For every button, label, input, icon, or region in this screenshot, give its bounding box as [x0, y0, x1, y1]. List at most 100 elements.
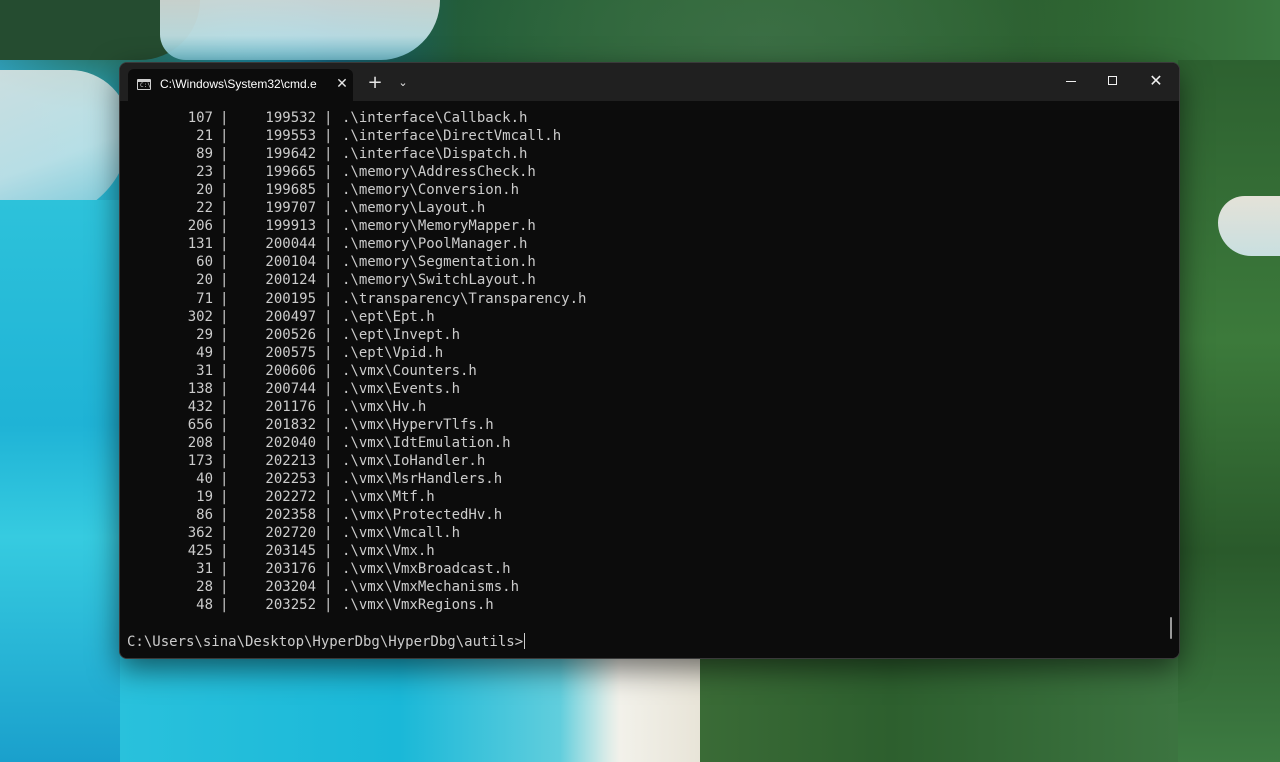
running-total: 199532 [265, 110, 316, 126]
column-separator: | [220, 507, 229, 524]
file-path: .\memory\Layout.h [342, 200, 486, 217]
column-separator: | [220, 128, 229, 145]
tab-cmd[interactable]: C:\ C:\Windows\System32\cmd.e ✕ [128, 69, 353, 101]
line-count: 31 [196, 561, 213, 578]
tab-close-icon[interactable]: ✕ [333, 74, 351, 94]
column-separator: | [324, 182, 333, 199]
running-total: 202253 [265, 471, 316, 487]
column-separator: | [220, 579, 229, 596]
terminal-output[interactable]: 107 | 199532 | .\interface\Callback.h 21 | 1995… [120, 101, 1179, 658]
file-path: .\memory\AddressCheck.h [342, 164, 536, 181]
file-path: .\interface\DirectVmcall.h [342, 128, 562, 145]
close-button[interactable]: ✕ [1133, 63, 1179, 99]
output-line: 173 | 202213 | .\vmx\IoHandler.h [120, 452, 820, 470]
output-line: 21 | 199553 | .\interface\DirectVmcall.h [120, 127, 820, 145]
column-separator: | [220, 110, 229, 126]
column-separator: | [220, 164, 229, 181]
file-path: .\vmx\Events.h [342, 380, 461, 397]
column-separator: | [324, 579, 333, 596]
column-separator: | [324, 434, 333, 451]
running-total: 203145 [265, 543, 316, 560]
chevron-down-icon[interactable]: ⌄ [394, 73, 412, 93]
column-separator: | [324, 344, 333, 361]
running-total: 200744 [265, 380, 316, 397]
output-line: 20 | 200124 | .\memory\SwitchLayout.h [120, 271, 820, 289]
column-separator: | [220, 398, 229, 415]
maximize-icon [1108, 76, 1117, 85]
running-total: 199553 [265, 128, 316, 145]
desktop-forest-right [1178, 60, 1280, 762]
line-count: 40 [196, 471, 213, 487]
file-path: .\vmx\MsrHandlers.h [342, 471, 503, 487]
file-path: .\vmx\ProtectedHv.h [342, 507, 503, 524]
line-count: 208 [187, 434, 213, 451]
running-total: 200124 [265, 272, 316, 289]
output-line: 48 | 203252 | .\vmx\VmxRegions.h [120, 596, 820, 614]
file-path: .\ept\Vpid.h [342, 344, 444, 361]
file-path: .\vmx\Hv.h [342, 398, 427, 415]
desktop-water [0, 200, 120, 762]
output-line: 656 | 201832 | .\vmx\HypervTlfs.h [120, 416, 820, 434]
title-bar[interactable]: C:\ C:\Windows\System32\cmd.e ✕ + ⌄ ✕ [120, 63, 1179, 101]
column-separator: | [324, 236, 333, 253]
new-tab-plus-icon[interactable]: + [366, 73, 384, 93]
column-separator: | [324, 110, 333, 126]
column-separator: | [220, 218, 229, 235]
running-total: 199685 [265, 182, 316, 199]
output-line: 19 | 202272 | .\vmx\Mtf.h [120, 488, 820, 506]
running-total: 200606 [265, 362, 316, 379]
running-total: 202040 [265, 434, 316, 451]
line-count: 31 [196, 362, 213, 379]
line-count: 20 [196, 272, 213, 289]
column-separator: | [324, 561, 333, 578]
line-count: 206 [187, 218, 213, 235]
output-line: 22 | 199707 | .\memory\Layout.h [120, 199, 820, 217]
desktop-beach-bottom [560, 656, 710, 762]
output-line: 28 | 203204 | .\vmx\VmxMechanisms.h [120, 578, 820, 596]
running-total: 200526 [265, 326, 316, 343]
column-separator: | [220, 434, 229, 451]
desktop-forest-bottom [700, 656, 1178, 762]
line-count: 23 [196, 164, 213, 181]
output-line: 432 | 201176 | .\vmx\Hv.h [120, 398, 820, 416]
line-count: 60 [196, 254, 213, 271]
column-separator: | [220, 380, 229, 397]
column-separator: | [220, 471, 229, 487]
desktop-beach [0, 70, 130, 220]
file-path: .\interface\Callback.h [342, 110, 528, 126]
line-count: 656 [187, 416, 213, 433]
running-total: 200575 [265, 344, 316, 361]
file-path: .\vmx\IoHandler.h [342, 452, 486, 469]
output-line: 425 | 203145 | .\vmx\Vmx.h [120, 542, 820, 560]
file-path: .\memory\SwitchLayout.h [342, 272, 536, 289]
maximize-button[interactable] [1090, 63, 1136, 99]
command-prompt[interactable]: C:\Users\sina\Desktop\HyperDbg\HyperDbg\… [127, 633, 526, 651]
scrollbar-thumb[interactable] [1170, 617, 1172, 639]
output-line: 131 | 200044 | .\memory\PoolManager.h [120, 235, 820, 253]
column-separator: | [324, 218, 333, 235]
column-separator: | [324, 380, 333, 397]
running-total: 202358 [265, 507, 316, 524]
column-separator: | [324, 471, 333, 487]
line-count: 302 [187, 308, 213, 325]
line-count: 71 [196, 290, 213, 307]
column-separator: | [324, 507, 333, 524]
file-path: .\ept\Invept.h [342, 326, 461, 343]
column-separator: | [220, 561, 229, 578]
line-count: 21 [196, 128, 213, 145]
running-total: 200044 [265, 236, 316, 253]
line-count: 107 [187, 110, 213, 126]
column-separator: | [220, 200, 229, 217]
file-path: .\transparency\Transparency.h [342, 290, 587, 307]
line-count: 86 [196, 507, 213, 524]
minimize-button[interactable] [1048, 63, 1094, 99]
running-total: 201832 [265, 416, 316, 433]
output-line: 60 | 200104 | .\memory\Segmentation.h [120, 253, 820, 271]
file-path: .\memory\Conversion.h [342, 182, 520, 199]
column-separator: | [324, 200, 333, 217]
file-path: .\vmx\VmxRegions.h [342, 597, 494, 614]
file-path: .\vmx\VmxMechanisms.h [342, 579, 520, 596]
file-path: .\vmx\Vmx.h [342, 543, 435, 560]
column-separator: | [220, 489, 229, 506]
column-separator: | [324, 254, 333, 271]
